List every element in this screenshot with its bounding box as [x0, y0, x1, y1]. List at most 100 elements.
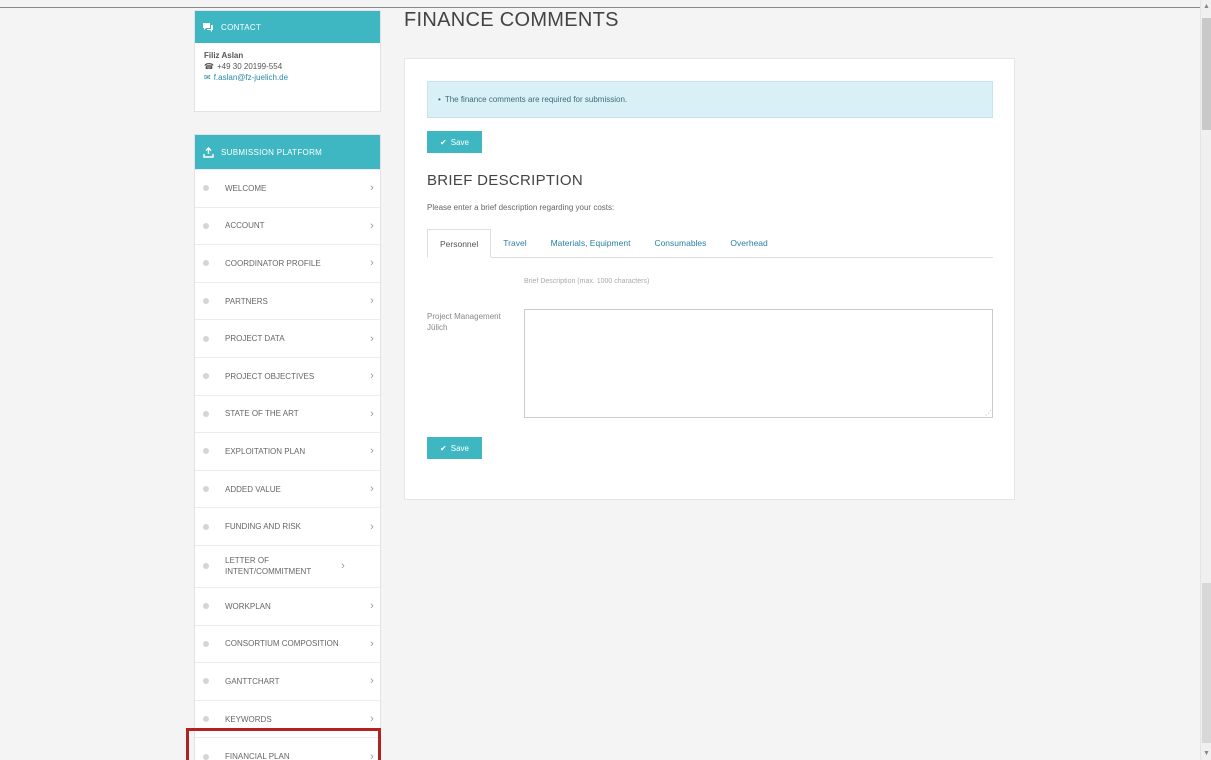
nav-item-label: CONSORTIUM COMPOSITION: [225, 639, 339, 649]
field-hint: Brief Description (max. 1000 characters): [524, 278, 650, 285]
scroll-up-icon[interactable]: ▲: [1202, 2, 1211, 11]
nav-dot-icon: [203, 185, 209, 192]
nav-dot-icon: [203, 603, 209, 610]
nav-item-label: PARTNERS: [225, 296, 268, 306]
nav-dot-icon: [203, 410, 209, 417]
nav-dot-icon: [203, 523, 209, 530]
chevron-right-icon: ›: [370, 407, 374, 420]
submission-nav: SUBMISSION PLATFORM WELCOME › ACCOUNT › CO…: [194, 134, 381, 760]
nav-item-label: STATE OF THE ART: [225, 409, 299, 419]
bullet-icon: •: [438, 95, 441, 104]
scroll-track-lower[interactable]: [1202, 583, 1211, 743]
nav-item-state-of-the-art[interactable]: STATE OF THE ART ›: [195, 394, 380, 433]
nav-dot-icon: [203, 222, 209, 229]
chevron-right-icon: ›: [370, 332, 374, 345]
nav-dot-icon: [203, 486, 209, 493]
nav-item-label: EXPLOITATION PLAN: [225, 446, 306, 456]
save-button-label: Save: [450, 137, 469, 147]
save-button-bottom[interactable]: ✔ Save: [427, 437, 482, 459]
scroll-down-icon[interactable]: ▼: [1202, 749, 1211, 758]
chevron-right-icon: ›: [370, 182, 374, 195]
chat-icon: [195, 11, 221, 43]
tab-consumables[interactable]: Consumables: [642, 229, 718, 257]
chevron-right-icon: ›: [370, 295, 374, 308]
nav-item-workplan[interactable]: WORKPLAN ›: [195, 586, 380, 625]
nav-dot-icon: [203, 260, 209, 267]
nav-dot-icon: [203, 716, 209, 723]
nav-item-partners[interactable]: PARTNERS ›: [195, 281, 380, 320]
nav-item-ganttchart[interactable]: GANTTCHART ›: [195, 662, 380, 700]
nav-item-coordinator-profile[interactable]: COORDINATOR PROFILE ›: [195, 244, 380, 282]
chevron-right-icon: ›: [370, 445, 374, 458]
nav-dot-icon: [203, 563, 209, 570]
nav-dot-icon: [203, 298, 209, 305]
finance-comments-card: • The finance comments are required for …: [404, 58, 1015, 500]
submission-nav-header-label: SUBMISSION PLATFORM: [221, 147, 323, 157]
check-icon: ✔: [440, 443, 447, 453]
nav-item-added-value[interactable]: ADDED VALUE ›: [195, 469, 380, 508]
nav-item-label: WELCOME: [225, 183, 267, 193]
cost-tabs: Personnel Travel Materials, Equipment Co…: [427, 229, 993, 258]
contact-phone: +49 30 20199-554: [216, 62, 283, 71]
resize-grip-icon[interactable]: ⋰: [985, 409, 992, 417]
chevron-right-icon: ›: [341, 560, 345, 573]
nav-dot-icon: [203, 335, 209, 342]
chevron-right-icon: ›: [370, 219, 374, 232]
nav-item-account[interactable]: ACCOUNT ›: [195, 206, 380, 245]
contact-name: Filiz Aslan: [204, 51, 244, 60]
chevron-right-icon: ›: [370, 483, 374, 496]
chevron-right-icon: ›: [370, 600, 374, 613]
brief-description-textarea[interactable]: [524, 309, 993, 418]
nav-item-exploitation-plan[interactable]: EXPLOITATION PLAN ›: [195, 432, 380, 470]
chevron-right-icon: ›: [370, 637, 374, 650]
nav-item-project-objectives[interactable]: PROJECT OBJECTIVES ›: [195, 356, 380, 395]
nav-item-label: WORKPLAN: [225, 601, 271, 611]
nav-item-funding-and-risk[interactable]: FUNDING AND RISK ›: [195, 507, 380, 545]
nav-item-label: ACCOUNT: [225, 221, 265, 231]
contact-header-label: CONTACT: [221, 22, 262, 32]
email-icon: ✉: [204, 73, 211, 82]
tab-materials-equipment[interactable]: Materials, Equipment: [539, 229, 643, 257]
nav-item-project-data[interactable]: PROJECT DATA ›: [195, 319, 380, 357]
chevron-right-icon: ›: [370, 257, 374, 270]
section-description: Please enter a brief description regardi…: [427, 203, 615, 212]
highlight-box: [186, 728, 381, 760]
phone-icon: ☎: [204, 62, 214, 71]
nav-dot-icon: [203, 373, 209, 380]
save-button-top[interactable]: ✔ Save: [427, 131, 482, 153]
nav-item-label: FUNDING AND RISK: [225, 522, 302, 532]
nav-item-welcome[interactable]: WELCOME ›: [195, 169, 380, 207]
chevron-right-icon: ›: [370, 370, 374, 383]
save-button-label: Save: [450, 443, 469, 453]
tab-personnel[interactable]: Personnel: [427, 229, 492, 258]
alert-text: The finance comments are required for su…: [444, 95, 628, 104]
field-label: Project Management Jülich: [427, 312, 501, 332]
chevron-right-icon: ›: [370, 675, 374, 688]
nav-item-consortium-composition[interactable]: CONSORTIUM COMPOSITION ›: [195, 624, 380, 663]
tab-travel[interactable]: Travel: [491, 229, 538, 257]
page-scrollbar[interactable]: ▲ ▼: [1200, 0, 1211, 760]
submission-nav-header: SUBMISSION PLATFORM: [195, 135, 380, 169]
upload-icon: [195, 136, 221, 168]
page-title: FINANCE COMMENTS: [404, 9, 619, 31]
nav-dot-icon: [203, 678, 209, 685]
tab-overhead[interactable]: Overhead: [718, 229, 779, 257]
check-icon: ✔: [440, 137, 447, 147]
nav-item-label: ADDED VALUE: [225, 484, 281, 494]
contact-card: CONTACT Filiz Aslan ☎ +49 30 20199-554 ✉…: [194, 10, 381, 112]
nav-dot-icon: [203, 448, 209, 455]
nav-dot-icon: [203, 640, 209, 647]
top-border: [0, 7, 1200, 8]
contact-email-link[interactable]: f.aslan@fz-juelich.de: [214, 72, 288, 83]
contact-header: CONTACT: [195, 11, 380, 43]
nav-item-label: GANTTCHART: [225, 676, 280, 686]
scroll-thumb[interactable]: [1202, 18, 1211, 130]
nav-item-label: PROJECT DATA: [225, 334, 285, 344]
info-alert: • The finance comments are required for …: [427, 81, 993, 118]
chevron-right-icon: ›: [370, 713, 374, 726]
nav-item-label: KEYWORDS: [225, 714, 272, 724]
chevron-right-icon: ›: [370, 520, 374, 533]
nav-item-label: LETTER OF INTENT/COMMITMENT: [225, 556, 312, 577]
nav-item-letter-of-intent[interactable]: LETTER OF INTENT/COMMITMENT ›: [195, 544, 380, 587]
nav-item-label: PROJECT OBJECTIVES: [225, 371, 315, 381]
